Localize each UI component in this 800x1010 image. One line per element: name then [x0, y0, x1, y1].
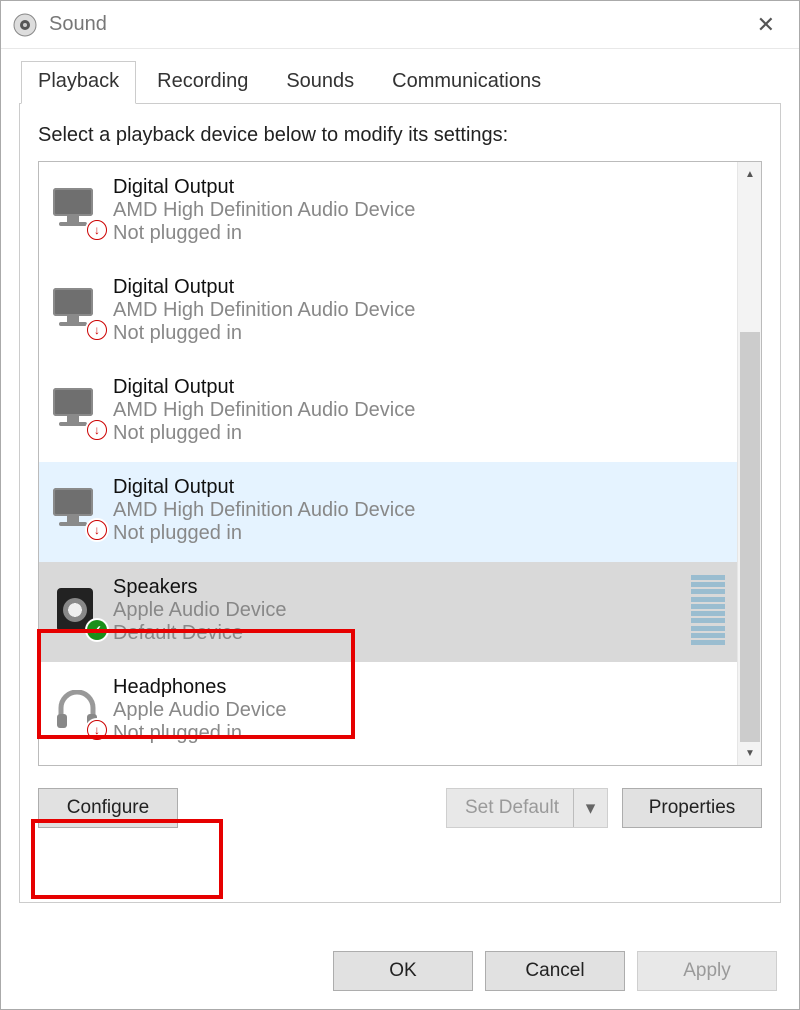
device-row[interactable]: Digital Output AMD High Definition Audio…	[39, 362, 737, 462]
device-text: Speakers Apple Audio Device Default Devi…	[113, 576, 286, 645]
device-status: Not plugged in	[113, 222, 415, 245]
speaker-icon	[49, 582, 105, 638]
instruction-text: Select a playback device below to modify…	[38, 124, 762, 147]
device-text: Digital Output AMD High Definition Audio…	[113, 376, 415, 445]
chevron-down-icon[interactable]: ▾	[573, 789, 607, 827]
monitor-icon	[49, 182, 105, 238]
tab-label: Communications	[392, 70, 541, 92]
device-status: Default Device	[113, 622, 286, 645]
device-row[interactable]: Digital Output AMD High Definition Audio…	[39, 262, 737, 362]
scroll-up-icon[interactable]: ▲	[738, 162, 762, 186]
device-name: Speakers	[113, 576, 286, 599]
device-name: Digital Output	[113, 376, 415, 399]
tab-label: Recording	[157, 70, 248, 92]
device-desc: AMD High Definition Audio Device	[113, 499, 415, 522]
device-status: Not plugged in	[113, 322, 415, 345]
device-row[interactable]: Digital Output AMD High Definition Audio…	[39, 462, 737, 562]
scroll-down-icon[interactable]: ▼	[738, 741, 762, 765]
device-text: Digital Output AMD High Definition Audio…	[113, 176, 415, 245]
device-row[interactable]: Digital Output AMD High Definition Audio…	[39, 162, 737, 262]
device-desc: AMD High Definition Audio Device	[113, 299, 415, 322]
device-name: Digital Output	[113, 476, 415, 499]
device-desc: Apple Audio Device	[113, 699, 286, 722]
device-desc: AMD High Definition Audio Device	[113, 399, 415, 422]
ok-button[interactable]: OK	[333, 951, 473, 991]
button-label: Apply	[683, 960, 731, 982]
sound-app-icon	[13, 13, 37, 37]
scroll-thumb[interactable]	[740, 332, 760, 742]
device-status: Not plugged in	[113, 522, 415, 545]
device-desc: Apple Audio Device	[113, 599, 286, 622]
titlebar: Sound ✕	[1, 1, 799, 49]
unplugged-badge-icon	[87, 420, 107, 440]
tabstrip: Playback Recording Sounds Communications	[1, 49, 799, 104]
tab-communications[interactable]: Communications	[375, 61, 558, 104]
device-listbox[interactable]: Digital Output AMD High Definition Audio…	[38, 161, 762, 766]
cancel-button[interactable]: Cancel	[485, 951, 625, 991]
button-label: Properties	[649, 797, 736, 819]
tab-recording[interactable]: Recording	[140, 61, 265, 104]
device-name: Digital Output	[113, 276, 415, 299]
device-status: Not plugged in	[113, 722, 286, 745]
window-title: Sound	[49, 13, 745, 36]
level-meter-icon	[691, 575, 727, 645]
device-list: Digital Output AMD High Definition Audio…	[39, 162, 737, 765]
button-label: Cancel	[525, 960, 584, 982]
button-label: Set Default	[465, 797, 559, 819]
device-desc: AMD High Definition Audio Device	[113, 199, 415, 222]
scrollbar[interactable]: ▲ ▼	[737, 162, 761, 765]
device-status: Not plugged in	[113, 422, 415, 445]
unplugged-badge-icon	[87, 320, 107, 340]
button-label: OK	[389, 960, 416, 982]
apply-button[interactable]: Apply	[637, 951, 777, 991]
tab-label: Playback	[38, 70, 119, 92]
monitor-icon	[49, 282, 105, 338]
tab-sounds[interactable]: Sounds	[269, 61, 371, 104]
device-text: Digital Output AMD High Definition Audio…	[113, 276, 415, 345]
default-badge-icon	[87, 620, 107, 640]
playback-panel: Select a playback device below to modify…	[19, 103, 781, 903]
panel-button-row: Configure Set Default ▾ Properties	[38, 788, 762, 828]
set-default-button[interactable]: Set Default ▾	[446, 788, 608, 828]
tab-playback[interactable]: Playback	[21, 61, 136, 104]
configure-button[interactable]: Configure	[38, 788, 178, 828]
close-icon[interactable]: ✕	[745, 6, 787, 44]
device-name: Headphones	[113, 676, 286, 699]
unplugged-badge-icon	[87, 720, 107, 740]
headphones-icon	[49, 682, 105, 738]
unplugged-badge-icon	[87, 220, 107, 240]
properties-button[interactable]: Properties	[622, 788, 762, 828]
device-name: Digital Output	[113, 176, 415, 199]
unplugged-badge-icon	[87, 520, 107, 540]
device-text: Headphones Apple Audio Device Not plugge…	[113, 676, 286, 745]
sound-dialog: Sound ✕ Playback Recording Sounds Commun…	[0, 0, 800, 1010]
dialog-button-row: OK Cancel Apply	[333, 951, 777, 991]
device-row[interactable]: Speakers Apple Audio Device Default Devi…	[39, 562, 737, 662]
monitor-icon	[49, 482, 105, 538]
tab-label: Sounds	[286, 70, 354, 92]
device-text: Digital Output AMD High Definition Audio…	[113, 476, 415, 545]
button-label: Configure	[67, 797, 149, 819]
monitor-icon	[49, 382, 105, 438]
device-row[interactable]: Headphones Apple Audio Device Not plugge…	[39, 662, 737, 762]
